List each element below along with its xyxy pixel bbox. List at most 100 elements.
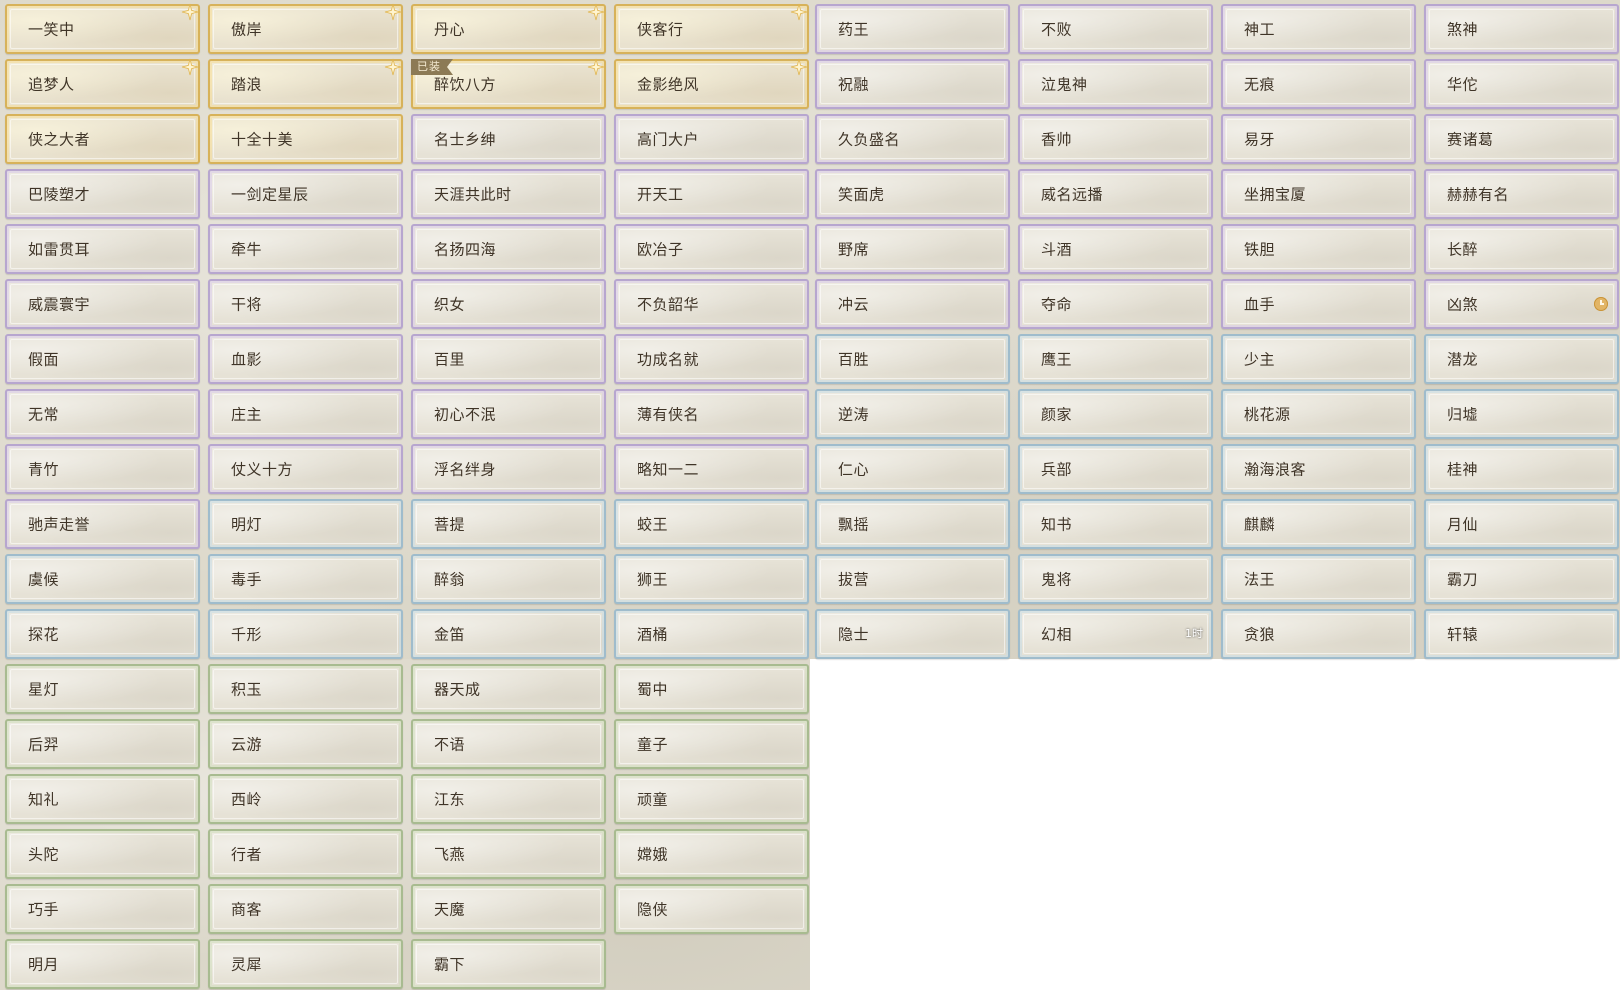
title-card[interactable]: 归墟: [1424, 389, 1619, 439]
title-card[interactable]: 灵犀: [208, 939, 403, 989]
title-card[interactable]: 功成名就: [614, 334, 809, 384]
title-card[interactable]: 商客: [208, 884, 403, 934]
title-card[interactable]: 一剑定星辰: [208, 169, 403, 219]
title-card[interactable]: 鬼将: [1018, 554, 1213, 604]
title-card[interactable]: 拔营: [815, 554, 1010, 604]
title-card[interactable]: 嫦娥: [614, 829, 809, 879]
title-card[interactable]: 名士乡绅: [411, 114, 606, 164]
title-card[interactable]: 积玉: [208, 664, 403, 714]
title-card[interactable]: 明月: [5, 939, 200, 989]
title-card[interactable]: 飘摇: [815, 499, 1010, 549]
title-card[interactable]: 长醉: [1424, 224, 1619, 274]
title-card[interactable]: 颜家: [1018, 389, 1213, 439]
title-card[interactable]: 一笑中: [5, 3, 200, 54]
title-card[interactable]: 威震寰宇: [5, 279, 200, 329]
title-card[interactable]: 铁胆: [1221, 224, 1416, 274]
title-card[interactable]: 久负盛名: [815, 114, 1010, 164]
title-card[interactable]: 不负韶华: [614, 279, 809, 329]
title-card[interactable]: 童子: [614, 719, 809, 769]
title-card[interactable]: 江东: [411, 774, 606, 824]
title-card[interactable]: 霸刀: [1424, 554, 1619, 604]
title-card[interactable]: 煞神: [1424, 4, 1619, 54]
title-card[interactable]: 血影: [208, 334, 403, 384]
title-card[interactable]: 丹心: [411, 3, 606, 54]
title-card[interactable]: 青竹: [5, 444, 200, 494]
title-card[interactable]: 祝融: [815, 59, 1010, 109]
title-card[interactable]: 幻相 1时: [1018, 609, 1213, 659]
title-card[interactable]: 隐士: [815, 609, 1010, 659]
title-card[interactable]: 巴陵塑才: [5, 169, 200, 219]
title-card[interactable]: 赫赫有名: [1424, 169, 1619, 219]
title-card[interactable]: 后羿: [5, 719, 200, 769]
title-card[interactable]: 轩辕: [1424, 609, 1619, 659]
title-card[interactable]: 略知一二: [614, 444, 809, 494]
title-card[interactable]: 千形: [208, 609, 403, 659]
title-card[interactable]: 蛟王: [614, 499, 809, 549]
title-card[interactable]: 神工: [1221, 4, 1416, 54]
title-card[interactable]: 兵部: [1018, 444, 1213, 494]
title-card[interactable]: 醉翁: [411, 554, 606, 604]
title-card[interactable]: 无常: [5, 389, 200, 439]
title-card[interactable]: 头陀: [5, 829, 200, 879]
title-card[interactable]: 百里: [411, 334, 606, 384]
title-card[interactable]: 桃花源: [1221, 389, 1416, 439]
title-card[interactable]: 庄主: [208, 389, 403, 439]
title-card[interactable]: 假面: [5, 334, 200, 384]
title-card[interactable]: 药王: [815, 4, 1010, 54]
title-card[interactable]: 踏浪: [208, 58, 403, 109]
title-card[interactable]: 无痕: [1221, 59, 1416, 109]
title-card[interactable]: 瀚海浪客: [1221, 444, 1416, 494]
title-card[interactable]: 高门大户: [614, 114, 809, 164]
title-card[interactable]: 明灯: [208, 499, 403, 549]
title-card[interactable]: 器天成: [411, 664, 606, 714]
title-card[interactable]: 毒手: [208, 554, 403, 604]
title-card[interactable]: 鹰王: [1018, 334, 1213, 384]
title-card[interactable]: 初心不泯: [411, 389, 606, 439]
title-card[interactable]: 霸下: [411, 939, 606, 989]
title-card[interactable]: 侠之大者: [5, 114, 200, 164]
title-card[interactable]: 傲岸: [208, 3, 403, 54]
title-card[interactable]: 顽童: [614, 774, 809, 824]
title-card[interactable]: 开天工: [614, 169, 809, 219]
title-card[interactable]: 坐拥宝厦: [1221, 169, 1416, 219]
title-card[interactable]: 逆涛: [815, 389, 1010, 439]
title-card[interactable]: 追梦人: [5, 58, 200, 109]
title-card[interactable]: 知书: [1018, 499, 1213, 549]
title-card[interactable]: 百胜: [815, 334, 1010, 384]
title-card[interactable]: 如雷贯耳: [5, 224, 200, 274]
title-card[interactable]: 贪狼: [1221, 609, 1416, 659]
title-card[interactable]: 威名远播: [1018, 169, 1213, 219]
title-card[interactable]: 冲云: [815, 279, 1010, 329]
title-card[interactable]: 狮王: [614, 554, 809, 604]
title-card[interactable]: 酒桶: [614, 609, 809, 659]
title-card[interactable]: 天涯共此时: [411, 169, 606, 219]
title-card[interactable]: 血手: [1221, 279, 1416, 329]
title-card[interactable]: 干将: [208, 279, 403, 329]
title-card[interactable]: 名扬四海: [411, 224, 606, 274]
title-card[interactable]: 金影绝风: [614, 58, 809, 109]
title-card[interactable]: 醉饮八方 已装: [411, 58, 606, 109]
title-card[interactable]: 行者: [208, 829, 403, 879]
title-card[interactable]: 浮名绊身: [411, 444, 606, 494]
title-card[interactable]: 欧冶子: [614, 224, 809, 274]
title-card[interactable]: 西岭: [208, 774, 403, 824]
title-card[interactable]: 隐侠: [614, 884, 809, 934]
title-card[interactable]: 十全十美: [208, 114, 403, 164]
title-card[interactable]: 不语: [411, 719, 606, 769]
title-card[interactable]: 赛诸葛: [1424, 114, 1619, 164]
title-card[interactable]: 织女: [411, 279, 606, 329]
title-card[interactable]: 巧手: [5, 884, 200, 934]
title-card[interactable]: 薄有侠名: [614, 389, 809, 439]
title-card[interactable]: 香帅: [1018, 114, 1213, 164]
title-card[interactable]: 仗义十方: [208, 444, 403, 494]
title-card[interactable]: 云游: [208, 719, 403, 769]
title-card[interactable]: 夺命: [1018, 279, 1213, 329]
title-card[interactable]: 知礼: [5, 774, 200, 824]
title-card[interactable]: 金笛: [411, 609, 606, 659]
title-card[interactable]: 桂神: [1424, 444, 1619, 494]
title-card[interactable]: 笑面虎: [815, 169, 1010, 219]
title-card[interactable]: 侠客行: [614, 3, 809, 54]
title-card[interactable]: 仁心: [815, 444, 1010, 494]
title-card[interactable]: 天魔: [411, 884, 606, 934]
title-card[interactable]: 华佗: [1424, 59, 1619, 109]
